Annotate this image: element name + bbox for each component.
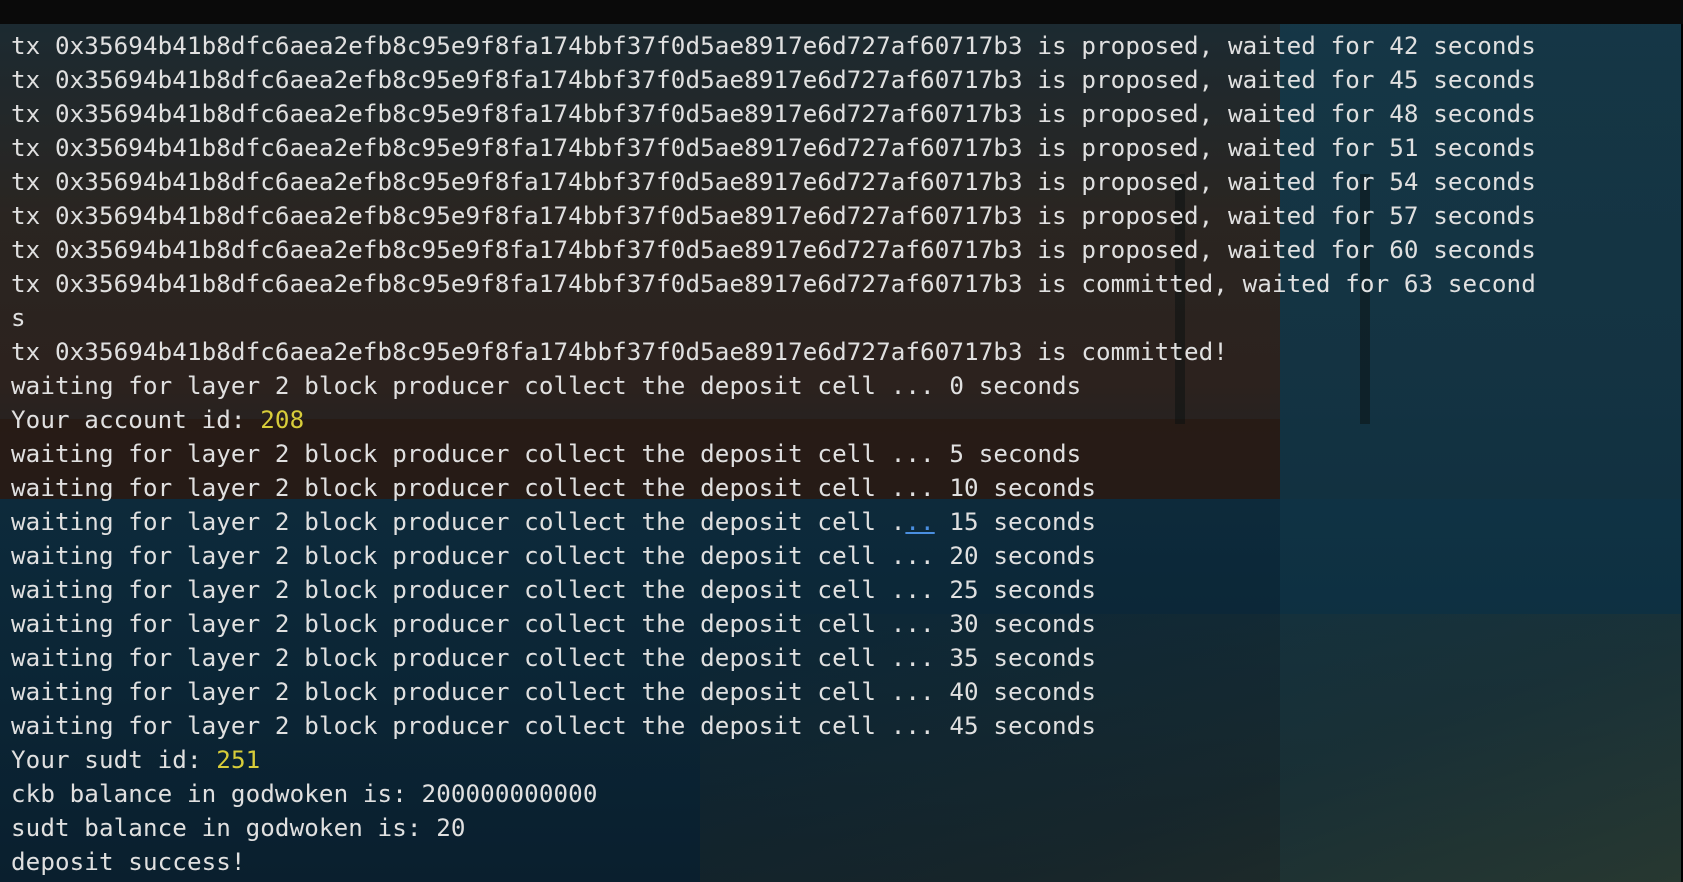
ckb-balance-line: ckb balance in godwoken is: 200000000000 — [11, 780, 598, 808]
output-line: tx 0x35694b41b8dfc6aea2efb8c95e9f8fa174b… — [11, 270, 1536, 298]
terminal-output: tx 0x35694b41b8dfc6aea2efb8c95e9f8fa174b… — [11, 29, 1536, 879]
sudt-id-line: Your sudt id: 251 — [11, 743, 1536, 777]
output-line: waiting for layer 2 block producer colle… — [11, 474, 1096, 502]
sudt-balance-line: sudt balance in godwoken is: 20 — [11, 814, 466, 842]
output-line: waiting for layer 2 block producer colle… — [11, 678, 1096, 706]
output-line: tx 0x35694b41b8dfc6aea2efb8c95e9f8fa174b… — [11, 66, 1536, 94]
output-line: waiting for layer 2 block producer colle… — [11, 440, 1082, 468]
output-line: waiting for layer 2 block producer colle… — [11, 644, 1096, 672]
output-text: waiting for layer 2 block producer colle… — [11, 508, 906, 536]
output-line: tx 0x35694b41b8dfc6aea2efb8c95e9f8fa174b… — [11, 32, 1536, 60]
output-line: waiting for layer 2 block producer colle… — [11, 576, 1096, 604]
output-text: 15 seconds — [934, 508, 1097, 536]
output-line: waiting for layer 2 block producer colle… — [11, 610, 1096, 638]
sudt-id-value: 251 — [216, 746, 261, 774]
output-line: tx 0x35694b41b8dfc6aea2efb8c95e9f8fa174b… — [11, 100, 1536, 128]
deposit-result-line: deposit success! — [11, 848, 246, 876]
terminal-window[interactable]: tx 0x35694b41b8dfc6aea2efb8c95e9f8fa174b… — [0, 24, 1683, 882]
account-id-value: 208 — [260, 406, 305, 434]
output-line: tx 0x35694b41b8dfc6aea2efb8c95e9f8fa174b… — [11, 236, 1536, 264]
window-title-bar — [0, 0, 1683, 24]
output-line: s — [11, 304, 26, 332]
output-line: tx 0x35694b41b8dfc6aea2efb8c95e9f8fa174b… — [11, 168, 1536, 196]
output-line: waiting for layer 2 block producer colle… — [11, 542, 1096, 570]
output-line: waiting for layer 2 block producer colle… — [11, 712, 1096, 740]
account-id-line: Your account id: 208 — [11, 403, 1536, 437]
account-id-label: Your account id: — [11, 406, 261, 434]
output-line: tx 0x35694b41b8dfc6aea2efb8c95e9f8fa174b… — [11, 202, 1536, 230]
output-line: tx 0x35694b41b8dfc6aea2efb8c95e9f8fa174b… — [11, 338, 1228, 366]
output-line: tx 0x35694b41b8dfc6aea2efb8c95e9f8fa174b… — [11, 134, 1536, 162]
output-line: waiting for layer 2 block producer colle… — [11, 372, 1082, 400]
sudt-id-label: Your sudt id: — [11, 746, 217, 774]
output-line: waiting for layer 2 block producer colle… — [11, 505, 1536, 539]
hover-link[interactable]: .. — [905, 508, 934, 536]
